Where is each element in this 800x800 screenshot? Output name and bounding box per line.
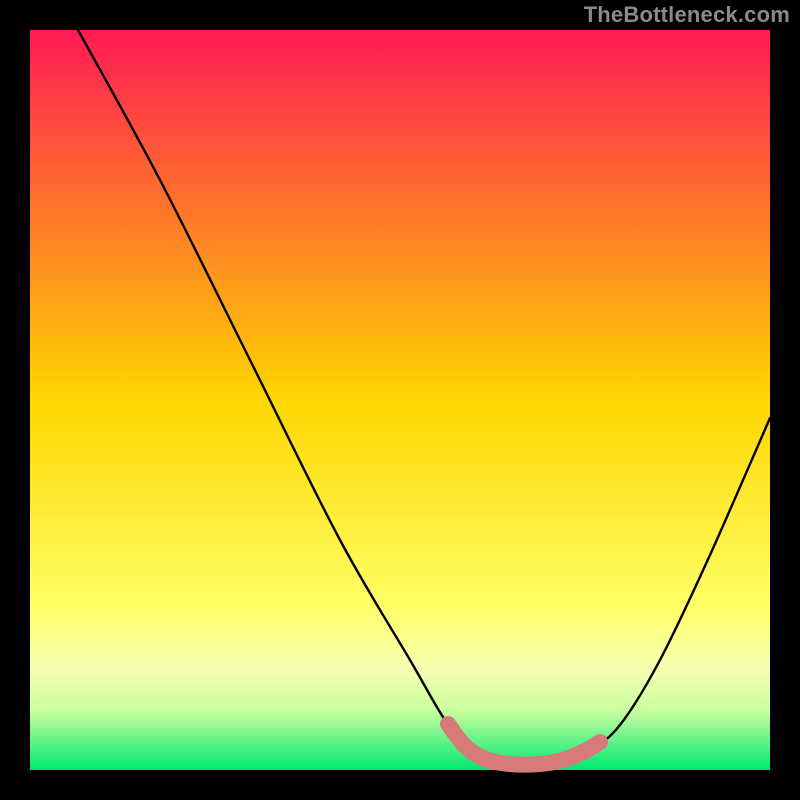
watermark-text: TheBottleneck.com	[584, 2, 790, 28]
chart-canvas	[0, 0, 800, 800]
chart-frame: TheBottleneck.com	[0, 0, 800, 800]
plot-background	[30, 30, 770, 770]
